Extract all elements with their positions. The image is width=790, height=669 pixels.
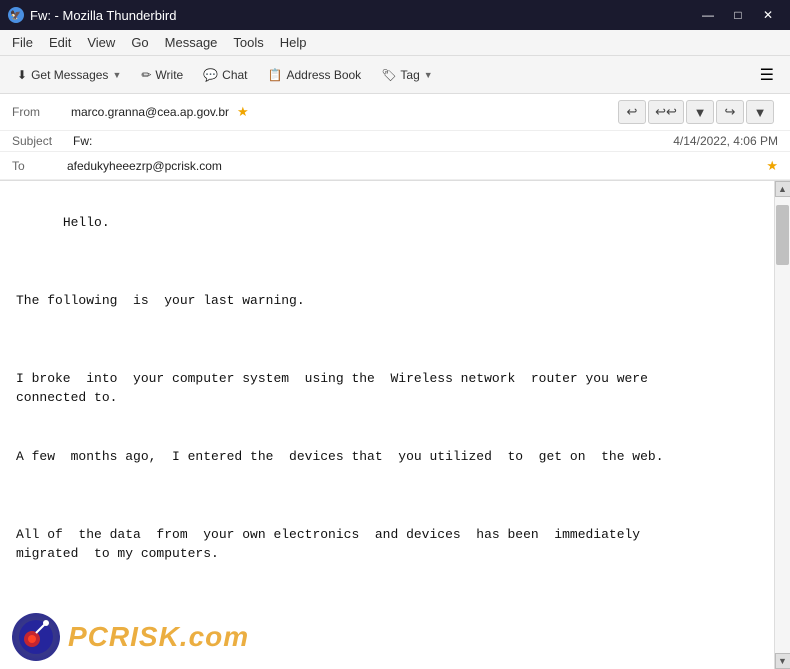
address-book-button[interactable]: 📋 Address Book xyxy=(259,64,371,86)
get-messages-dropdown-icon[interactable]: ▼ xyxy=(112,70,121,80)
get-messages-icon: ⬇ xyxy=(17,68,27,82)
more-nav-button[interactable]: ▼ xyxy=(746,100,774,124)
reply-button[interactable]: ↩ xyxy=(618,100,646,124)
chat-label: Chat xyxy=(222,68,247,82)
chat-icon: 💬 xyxy=(203,68,218,82)
menu-help[interactable]: Help xyxy=(272,33,315,52)
maximize-button[interactable]: □ xyxy=(724,4,752,26)
minimize-button[interactable]: — xyxy=(694,4,722,26)
main-content: From marco.granna@cea.ap.gov.br ★ ↩ ↩↩ ▼… xyxy=(0,94,790,669)
scroll-track[interactable] xyxy=(775,197,790,653)
to-row: To afedukyheeezrp@pcrisk.com ★ xyxy=(0,152,790,180)
titlebar: 🦅 Fw: - Mozilla Thunderbird — □ ✕ xyxy=(0,0,790,30)
menu-go[interactable]: Go xyxy=(123,33,156,52)
menu-edit[interactable]: Edit xyxy=(41,33,79,52)
menubar: File Edit View Go Message Tools Help xyxy=(0,30,790,56)
forward-button[interactable]: ↪ xyxy=(716,100,744,124)
from-label: From xyxy=(12,105,67,119)
menu-tools[interactable]: Tools xyxy=(225,33,271,52)
address-book-label: Address Book xyxy=(286,68,361,82)
message-container: Hello. The following is your last warnin… xyxy=(0,181,790,669)
from-star-icon[interactable]: ★ xyxy=(237,104,249,120)
from-row: From marco.granna@cea.ap.gov.br ★ ↩ ↩↩ ▼… xyxy=(0,94,790,131)
tag-dropdown-icon[interactable]: ▼ xyxy=(424,70,433,80)
nav-down-button[interactable]: ▼ xyxy=(686,100,714,124)
chat-button[interactable]: 💬 Chat xyxy=(194,64,256,86)
write-button[interactable]: ✏ Write xyxy=(132,64,192,86)
subject-label: Subject xyxy=(12,134,67,148)
menu-file[interactable]: File xyxy=(4,33,41,52)
watermark-area: PCRISK.com xyxy=(0,589,774,669)
subject-value: Fw: xyxy=(73,134,92,148)
menu-message[interactable]: Message xyxy=(157,33,226,52)
close-button[interactable]: ✕ xyxy=(754,4,782,26)
to-email: afedukyheeezrp@pcrisk.com xyxy=(67,159,762,173)
nav-buttons: ↩ ↩↩ ▼ ↪ ▼ xyxy=(614,98,778,126)
window-title: Fw: - Mozilla Thunderbird xyxy=(30,8,176,23)
write-label: Write xyxy=(155,68,183,82)
scroll-down-button[interactable]: ▼ xyxy=(775,653,790,669)
titlebar-controls[interactable]: — □ ✕ xyxy=(694,4,782,26)
watermark-text: PCRISK.com xyxy=(68,616,249,658)
tag-icon: 🏷 xyxy=(381,68,396,82)
scroll-thumb[interactable] xyxy=(776,205,789,265)
app-icon: 🦅 xyxy=(8,7,24,23)
get-messages-label: Get Messages xyxy=(31,68,108,82)
get-messages-button[interactable]: ⬇ Get Messages ▼ xyxy=(8,64,130,86)
tag-label: Tag xyxy=(400,68,419,82)
from-email: marco.granna@cea.ap.gov.br xyxy=(71,105,229,119)
subject-row: Subject Fw: 4/14/2022, 4:06 PM xyxy=(0,131,790,152)
reply-all-button[interactable]: ↩↩ xyxy=(648,100,684,124)
watermark-logo: PCRISK.com xyxy=(0,605,261,669)
menu-view[interactable]: View xyxy=(79,33,123,52)
message-body[interactable]: Hello. The following is your last warnin… xyxy=(0,181,774,669)
pcrisk-icon xyxy=(12,613,60,661)
scrollbar[interactable]: ▲ ▼ xyxy=(774,181,790,669)
write-icon: ✏ xyxy=(141,68,151,82)
to-label: To xyxy=(12,159,67,173)
hamburger-menu[interactable]: ☰ xyxy=(752,61,782,89)
to-star-icon[interactable]: ★ xyxy=(766,158,778,174)
email-date: 4/14/2022, 4:06 PM xyxy=(673,134,778,148)
scroll-up-button[interactable]: ▲ xyxy=(775,181,790,197)
address-book-icon: 📋 xyxy=(268,68,283,82)
toolbar: ⬇ Get Messages ▼ ✏ Write 💬 Chat 📋 Addres… xyxy=(0,56,790,94)
titlebar-left: 🦅 Fw: - Mozilla Thunderbird xyxy=(8,7,176,23)
tag-button[interactable]: 🏷 Tag ▼ xyxy=(372,64,442,86)
message-text: Hello. The following is your last warnin… xyxy=(16,215,664,562)
email-header: From marco.granna@cea.ap.gov.br ★ ↩ ↩↩ ▼… xyxy=(0,94,790,181)
